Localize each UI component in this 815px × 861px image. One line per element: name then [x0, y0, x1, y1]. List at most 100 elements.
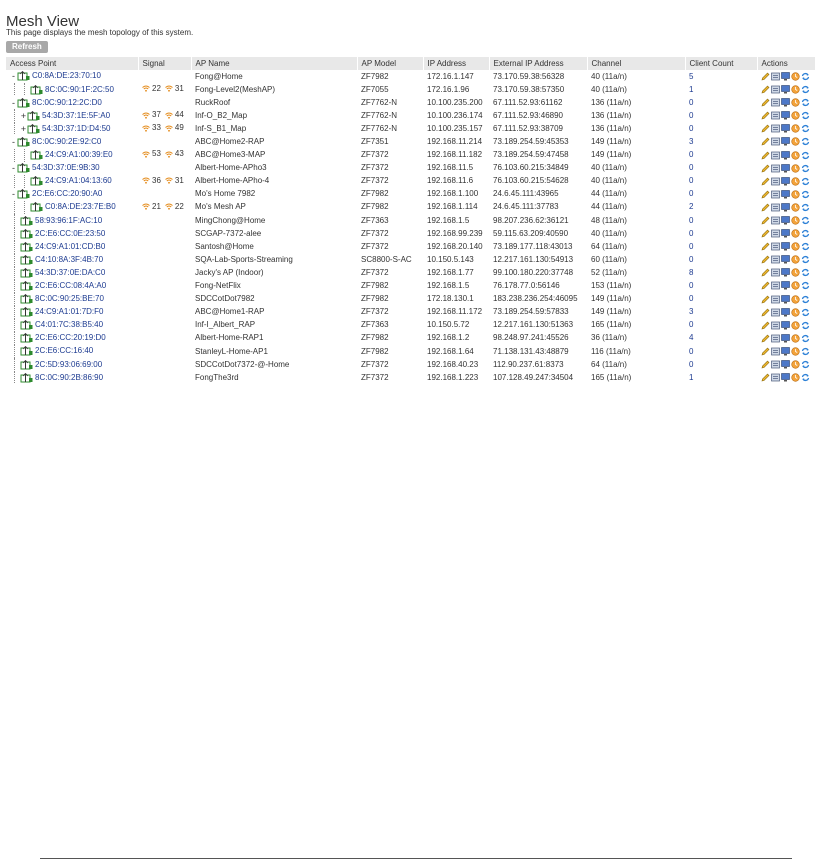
- cell-client-count[interactable]: 0: [685, 227, 757, 240]
- config-icon[interactable]: [771, 242, 780, 251]
- restart-icon[interactable]: [791, 268, 800, 277]
- ap-mac-link[interactable]: 54:3D:37:1E:5F:A0: [42, 111, 110, 120]
- monitor-icon[interactable]: [781, 216, 790, 225]
- refresh-arrows-icon[interactable]: [801, 295, 810, 304]
- refresh-arrows-icon[interactable]: [801, 151, 810, 160]
- col-ip-address[interactable]: IP Address: [423, 57, 490, 70]
- ap-mac-link[interactable]: C0:8A:DE:23:7E:B0: [45, 203, 116, 212]
- edit-pencil-icon[interactable]: [761, 321, 770, 330]
- cell-client-count[interactable]: 2: [685, 201, 757, 214]
- cell-client-count[interactable]: 0: [685, 319, 757, 332]
- edit-pencil-icon[interactable]: [761, 295, 770, 304]
- ap-mac-link[interactable]: 2C:E6:CC:16:40: [35, 347, 93, 356]
- refresh-arrows-icon[interactable]: [801, 255, 810, 264]
- refresh-arrows-icon[interactable]: [801, 98, 810, 107]
- edit-pencil-icon[interactable]: [761, 151, 770, 160]
- edit-pencil-icon[interactable]: [761, 334, 770, 343]
- restart-icon[interactable]: [791, 111, 800, 120]
- monitor-icon[interactable]: [781, 268, 790, 277]
- col-signal[interactable]: Signal: [138, 57, 192, 70]
- edit-pencil-icon[interactable]: [761, 347, 770, 356]
- edit-pencil-icon[interactable]: [761, 98, 770, 107]
- cell-client-count[interactable]: 0: [685, 162, 757, 175]
- restart-icon[interactable]: [791, 255, 800, 264]
- edit-pencil-icon[interactable]: [761, 360, 770, 369]
- ap-mac-link[interactable]: 54:3D:37:0E:DA:C0: [35, 268, 105, 277]
- config-icon[interactable]: [771, 124, 780, 133]
- cell-client-count[interactable]: 0: [685, 214, 757, 227]
- config-icon[interactable]: [771, 203, 780, 212]
- refresh-arrows-icon[interactable]: [801, 72, 810, 81]
- monitor-icon[interactable]: [781, 189, 790, 199]
- ap-mac-link[interactable]: C0:8A:DE:23:70:10: [32, 72, 101, 81]
- config-icon[interactable]: [771, 137, 780, 146]
- ap-mac-link[interactable]: C4:01:7C:38:B5:40: [35, 320, 103, 329]
- col-ap-name[interactable]: AP Name: [191, 57, 358, 70]
- refresh-arrows-icon[interactable]: [801, 124, 810, 133]
- restart-icon[interactable]: [791, 294, 800, 304]
- config-icon[interactable]: [771, 85, 780, 94]
- config-icon[interactable]: [771, 190, 780, 199]
- monitor-icon[interactable]: [781, 98, 790, 107]
- edit-pencil-icon[interactable]: [761, 72, 770, 81]
- edit-pencil-icon[interactable]: [761, 308, 770, 317]
- monitor-icon[interactable]: [781, 150, 790, 160]
- ap-mac-link[interactable]: 2C:E6:CC:20:90:A0: [32, 189, 102, 198]
- refresh-arrows-icon[interactable]: [801, 308, 810, 317]
- tree-toggle[interactable]: -: [10, 189, 17, 199]
- config-icon[interactable]: [771, 111, 780, 120]
- refresh-arrows-icon[interactable]: [801, 137, 810, 146]
- monitor-icon[interactable]: [781, 334, 790, 343]
- col-client-count[interactable]: Client Count: [685, 57, 758, 70]
- refresh-arrows-icon[interactable]: [801, 190, 810, 199]
- restart-icon[interactable]: [791, 229, 800, 238]
- tree-toggle[interactable]: +: [20, 111, 27, 121]
- tree-toggle[interactable]: +: [20, 124, 27, 134]
- ap-mac-link[interactable]: 2C:E6:CC:0E:23:50: [35, 229, 105, 238]
- cell-client-count[interactable]: 0: [685, 175, 757, 188]
- monitor-icon[interactable]: [781, 294, 790, 304]
- restart-icon[interactable]: [791, 124, 800, 133]
- ap-mac-link[interactable]: 24:C9:A1:04:13:60: [45, 176, 112, 185]
- config-icon[interactable]: [771, 360, 780, 369]
- edit-pencil-icon[interactable]: [761, 164, 770, 173]
- ap-mac-link[interactable]: 2C:E6:CC:20:19:D0: [35, 333, 106, 342]
- restart-icon[interactable]: [791, 242, 800, 251]
- edit-pencil-icon[interactable]: [761, 85, 770, 94]
- tree-toggle[interactable]: -: [10, 137, 17, 147]
- monitor-icon[interactable]: [781, 281, 790, 290]
- cell-client-count[interactable]: 3: [685, 306, 757, 319]
- cell-client-count[interactable]: 0: [685, 96, 757, 109]
- ap-mac-link[interactable]: 2C:E6:CC:08:4A:A0: [35, 281, 106, 290]
- config-icon[interactable]: [771, 281, 780, 290]
- restart-icon[interactable]: [791, 98, 800, 107]
- config-icon[interactable]: [771, 151, 780, 160]
- edit-pencil-icon[interactable]: [761, 242, 770, 251]
- ap-mac-link[interactable]: C4:10:8A:3F:4B:70: [35, 255, 103, 264]
- config-icon[interactable]: [771, 347, 780, 356]
- monitor-icon[interactable]: [781, 111, 790, 120]
- cell-client-count[interactable]: 1: [685, 83, 757, 96]
- monitor-icon[interactable]: [781, 255, 790, 264]
- config-icon[interactable]: [771, 268, 780, 277]
- ap-mac-link[interactable]: 8C:0C:90:25:BE:70: [35, 294, 104, 303]
- restart-icon[interactable]: [791, 360, 800, 369]
- config-icon[interactable]: [771, 229, 780, 238]
- cell-client-count[interactable]: 0: [685, 293, 757, 306]
- restart-icon[interactable]: [791, 216, 800, 225]
- cell-client-count[interactable]: 5: [685, 70, 757, 83]
- refresh-arrows-icon[interactable]: [801, 334, 810, 343]
- monitor-icon[interactable]: [781, 347, 790, 356]
- monitor-icon[interactable]: [781, 203, 790, 212]
- ap-mac-link[interactable]: 2C:5D:93:06:69:00: [35, 360, 102, 369]
- restart-icon[interactable]: [791, 347, 800, 356]
- restart-icon[interactable]: [791, 137, 800, 147]
- edit-pencil-icon[interactable]: [761, 124, 770, 133]
- ap-mac-link[interactable]: 58:93:96:1F:AC:10: [35, 216, 102, 225]
- ap-mac-link[interactable]: 24:C9:A1:01:CD:B0: [35, 242, 105, 251]
- refresh-arrows-icon[interactable]: [801, 216, 810, 225]
- refresh-arrows-icon[interactable]: [801, 203, 810, 212]
- restart-icon[interactable]: [791, 150, 800, 160]
- ap-mac-link[interactable]: 24:C9:A1:00:39:E0: [45, 150, 113, 159]
- config-icon[interactable]: [771, 308, 780, 317]
